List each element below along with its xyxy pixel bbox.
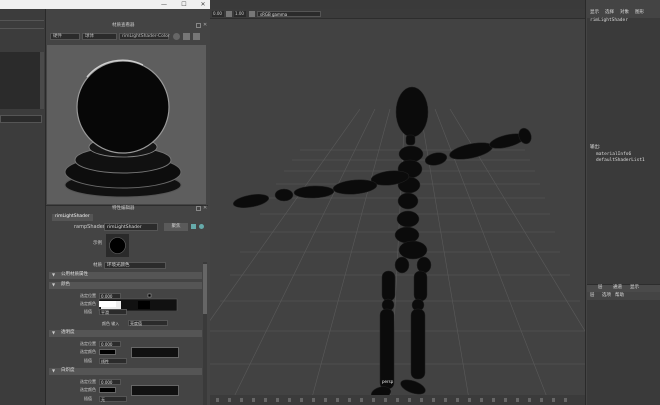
window-titlebar xyxy=(0,0,210,9)
trans-col-label: 选定颜色 xyxy=(80,349,96,354)
gamma-field[interactable]: 1.00 xyxy=(234,11,246,17)
tab-layer[interactable]: 层 xyxy=(598,285,603,291)
material-select[interactable]: 环境光颜色 xyxy=(104,262,166,269)
exposure-field[interactable]: 0.00 xyxy=(212,11,224,17)
trans-pos-field[interactable]: 0.000 xyxy=(99,341,121,347)
right-menu-graph[interactable]: 图形 xyxy=(635,10,644,16)
section-transparency[interactable]: ▼ 透明度 xyxy=(49,330,202,337)
right-menu-object[interactable]: 对象 xyxy=(620,10,629,16)
section-common[interactable]: ▼ 公用材质属性 xyxy=(49,272,202,279)
trans-interp-select[interactable]: 线性 xyxy=(99,358,127,364)
trans-interp-label: 插值 xyxy=(84,358,92,363)
node-item[interactable]: rimLightShader xyxy=(590,18,628,24)
view-transform-select[interactable]: sRGB gamma xyxy=(257,11,321,17)
output-item[interactable]: materialInfo6 xyxy=(596,152,631,158)
float-icon[interactable] xyxy=(196,206,201,211)
layer-list[interactable] xyxy=(587,300,660,405)
close-icon[interactable]: ✕ xyxy=(203,23,208,28)
color-pos-label: 选定位置 xyxy=(80,293,96,298)
viewport-3d[interactable] xyxy=(210,9,585,405)
shader-name-field[interactable]: rimLightShader xyxy=(104,223,158,231)
options-icon[interactable] xyxy=(193,33,200,40)
incan-pos-label: 选定位置 xyxy=(80,379,96,384)
gamma-icon[interactable] xyxy=(226,11,232,17)
scrollbar-thumb[interactable] xyxy=(203,264,207,314)
color-management-icon[interactable] xyxy=(249,11,255,17)
divider xyxy=(0,20,44,21)
outputs-heading: 输出: xyxy=(590,145,601,150)
maximize-icon[interactable]: ☐ xyxy=(180,1,188,8)
layer-menu-layer[interactable]: 层 xyxy=(590,293,595,299)
sample-swatch xyxy=(106,234,129,257)
layer-menu-options[interactable]: 选项 xyxy=(602,293,611,299)
section-incandescence[interactable]: ▼ 白炽度 xyxy=(49,368,202,375)
incan-pos-field[interactable]: 0.000 xyxy=(99,379,121,385)
material-swatch-view[interactable] xyxy=(47,45,206,204)
tab-channel[interactable]: 通道 xyxy=(613,285,622,291)
right-menu-select[interactable]: 选择 xyxy=(605,10,614,16)
incan-ramp[interactable] xyxy=(131,385,179,396)
color-interp-select[interactable]: 平滑 xyxy=(99,309,127,315)
gamma-icon[interactable] xyxy=(183,33,190,40)
layer-menu-help[interactable]: 帮助 xyxy=(615,293,624,299)
output-item[interactable]: defaultShaderList1 xyxy=(596,158,645,164)
panel-title: 特性编辑器 xyxy=(112,206,135,211)
trans-swatch[interactable] xyxy=(99,349,116,355)
minimize-icon[interactable]: — xyxy=(160,1,168,8)
shader-ball-icon xyxy=(64,59,182,198)
color-col-label: 选定颜色 xyxy=(80,301,96,306)
right-menu-display[interactable]: 显示 xyxy=(590,10,599,16)
renderer-select[interactable]: 硬件 xyxy=(50,33,80,40)
left-dropdown[interactable] xyxy=(0,115,42,123)
material-label: 材质 xyxy=(93,263,102,268)
incan-interp-label: 插值 xyxy=(84,396,92,401)
type-label: rampShader: xyxy=(74,224,107,230)
presets-icon[interactable] xyxy=(191,224,196,229)
scrollbar[interactable] xyxy=(40,52,44,109)
close-icon[interactable]: ✕ xyxy=(203,206,208,211)
color-input-select[interactable]: 亮度值 xyxy=(128,320,168,326)
float-icon[interactable] xyxy=(196,23,201,28)
incan-swatch[interactable] xyxy=(99,387,116,393)
scene xyxy=(210,86,585,405)
incan-interp-select[interactable]: 无 xyxy=(99,396,127,402)
trans-pos-label: 选定位置 xyxy=(80,341,96,346)
tab-display[interactable]: 显示 xyxy=(630,285,639,291)
tab-shader[interactable]: rimLightShader xyxy=(52,214,93,221)
exposure-icon[interactable] xyxy=(173,33,180,40)
close-icon[interactable]: ✕ xyxy=(199,1,207,8)
focus-button[interactable]: 聚焦 xyxy=(164,223,188,231)
divider xyxy=(0,28,44,29)
show-icon[interactable] xyxy=(199,224,204,229)
outliner-list[interactable] xyxy=(0,52,40,109)
section-color[interactable]: ▼ 颜色 xyxy=(49,282,202,289)
color-interp-label: 插值 xyxy=(84,309,92,314)
shape-select[interactable]: 球体 xyxy=(82,33,117,40)
panel-title: 材质查看器 xyxy=(112,23,135,28)
shader-select[interactable]: rimLightShader-Color xyxy=(119,33,170,40)
color-pos-field[interactable]: 0.000 xyxy=(99,293,121,299)
color-swatch[interactable] xyxy=(99,301,116,307)
color-input-label: 颜色 输入 xyxy=(102,321,120,326)
camera-label: persp xyxy=(382,379,394,384)
node-list[interactable] xyxy=(587,18,660,284)
trans-ramp[interactable] xyxy=(131,347,179,358)
incan-col-label: 选定颜色 xyxy=(80,387,96,392)
sample-label: 示例 xyxy=(93,241,102,246)
